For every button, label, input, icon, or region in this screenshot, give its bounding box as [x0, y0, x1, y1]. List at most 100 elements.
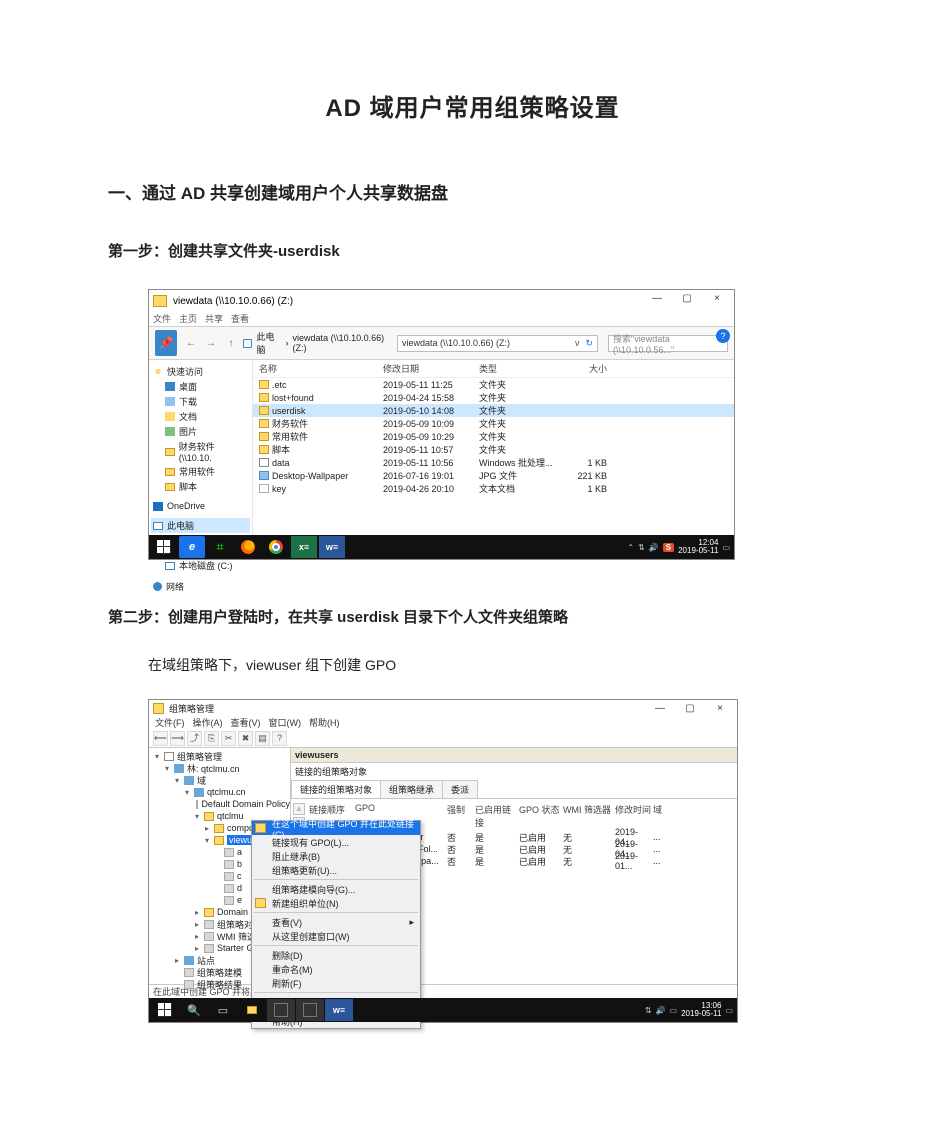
- menu-file[interactable]: 文件(F): [155, 716, 185, 730]
- tab-gp-inheritance[interactable]: 组策略继承: [380, 780, 443, 798]
- window-close-button[interactable]: ×: [705, 701, 735, 717]
- refresh-icon[interactable]: ↻: [585, 338, 593, 349]
- menu-view[interactable]: 查看(V): [231, 716, 261, 730]
- menu-window[interactable]: 窗口(W): [269, 716, 302, 730]
- tree-forest[interactable]: ▾林: qtclmu.cn: [149, 762, 290, 774]
- move-top-button[interactable]: ▵: [293, 803, 305, 815]
- ctx-refresh[interactable]: 刷新(F): [252, 976, 420, 990]
- toolbar-up-button[interactable]: ⤴: [187, 731, 202, 746]
- nav-this-pc[interactable]: 此电脑: [151, 518, 250, 533]
- breadcrumb[interactable]: 此电脑 › viewdata (\\10.10.0.66) (Z:): [243, 330, 393, 356]
- taskbar-excel-button[interactable]: x≡: [291, 536, 317, 558]
- start-button[interactable]: [151, 536, 177, 558]
- window-maximize-button[interactable]: ▢: [675, 701, 705, 717]
- tray-ime-icon[interactable]: S: [663, 543, 674, 552]
- ctx-rename[interactable]: 重命名(M): [252, 962, 420, 976]
- address-dropdown-icon[interactable]: v: [575, 338, 580, 348]
- col-wmi-filter[interactable]: WMI 筛选器: [563, 803, 615, 829]
- tray-notification-icon[interactable]: ▭: [722, 543, 730, 552]
- file-row[interactable]: data2019-05-11 10:56Windows 批处理...1 KB: [253, 456, 734, 469]
- col-domain[interactable]: 域: [653, 803, 699, 829]
- window-close-button[interactable]: ×: [702, 291, 732, 307]
- taskbar-word-button[interactable]: w≡: [325, 999, 353, 1021]
- col-type[interactable]: 类型: [479, 362, 565, 375]
- nav-fin-share[interactable]: 财务软件 (\\10.10.: [151, 439, 250, 464]
- file-row[interactable]: key2019-04-26 20:10文本文档1 KB: [253, 482, 734, 495]
- tree-default-domain-policy[interactable]: Default Domain Policy: [149, 798, 290, 810]
- col-link-enabled[interactable]: 已启用链接: [475, 803, 519, 829]
- tray-clock[interactable]: 12:04 2019-05-11: [678, 539, 718, 555]
- breadcrumb-location[interactable]: viewdata (\\10.10.0.66) (Z:): [293, 333, 393, 353]
- col-size[interactable]: 大小: [565, 362, 615, 375]
- ctx-gp-modeling-wizard[interactable]: 组策略建模向导(G)...: [252, 882, 420, 896]
- taskbar-firefox-button[interactable]: [235, 536, 261, 558]
- window-minimize-button[interactable]: —: [642, 291, 672, 307]
- file-row[interactable]: 常用软件2019-05-09 10:29文件夹: [253, 430, 734, 443]
- col-enforced[interactable]: 强制: [447, 803, 475, 829]
- taskbar-shell-button[interactable]: ⌗: [207, 536, 233, 558]
- toolbar-delete-button[interactable]: ✖: [238, 731, 253, 746]
- file-row[interactable]: 脚本2019-05-11 10:57文件夹: [253, 443, 734, 456]
- tab-linked-gpos[interactable]: 链接的组策略对象: [291, 780, 381, 798]
- tray-chevron-icon[interactable]: ⌃: [627, 543, 634, 552]
- ctx-delete[interactable]: 删除(D): [252, 948, 420, 962]
- file-row[interactable]: Desktop-Wallpaper2016-07-16 19:01JPG 文件2…: [253, 469, 734, 482]
- nav-quick-access[interactable]: 快速访问: [151, 364, 250, 379]
- taskbar-explorer-button[interactable]: [238, 999, 266, 1021]
- nav-documents[interactable]: 文档: [151, 409, 250, 424]
- col-modified[interactable]: 修改时间: [615, 803, 653, 829]
- tray-clock[interactable]: 13:06 2019-05-11: [681, 1002, 721, 1018]
- tree-domains[interactable]: ▾域: [149, 774, 290, 786]
- tray-ime-icon[interactable]: ▭: [670, 1006, 678, 1015]
- col-name[interactable]: 名称: [259, 362, 383, 375]
- col-date[interactable]: 修改日期: [383, 362, 479, 375]
- taskbar-ie-button[interactable]: e: [179, 536, 205, 558]
- nav-common-soft[interactable]: 常用软件: [151, 464, 250, 479]
- breadcrumb-this-pc[interactable]: 此电脑: [256, 330, 281, 356]
- toolbar-help-button[interactable]: ?: [272, 731, 287, 746]
- taskbar-word-button[interactable]: w≡: [319, 536, 345, 558]
- nav-desktop[interactable]: 桌面: [151, 379, 250, 394]
- taskbar-chrome-button[interactable]: [263, 536, 289, 558]
- tree-root[interactable]: ▾组策略管理: [149, 750, 290, 762]
- nav-network[interactable]: 网络: [151, 579, 250, 594]
- tray-notification-icon[interactable]: ▭: [725, 1006, 733, 1015]
- file-row-selected[interactable]: userdisk2019-05-10 14:08文件夹: [253, 404, 734, 417]
- window-maximize-button[interactable]: ▢: [672, 291, 702, 307]
- ctx-view[interactable]: 查看(V)▸: [252, 915, 420, 929]
- tab-view[interactable]: 查看: [231, 312, 249, 326]
- nav-forward-button[interactable]: →: [203, 338, 219, 349]
- nav-up-button[interactable]: ↑: [223, 338, 239, 349]
- menu-help[interactable]: 帮助(H): [309, 716, 340, 730]
- toolbar-forward-button[interactable]: ⟶: [170, 731, 185, 746]
- ctx-new-ou[interactable]: 新建组织单位(N): [252, 896, 420, 910]
- taskbar-search-button[interactable]: 🔍: [180, 999, 208, 1021]
- start-button[interactable]: [151, 999, 179, 1021]
- taskbar-gpmc-button[interactable]: [296, 999, 324, 1021]
- search-input[interactable]: 搜索"viewdata (\\10.10.0.56...": [608, 335, 728, 352]
- tab-file[interactable]: 文件: [153, 312, 171, 326]
- ctx-gpupdate[interactable]: 组策略更新(U)...: [252, 863, 420, 877]
- nav-downloads[interactable]: 下载: [151, 394, 250, 409]
- menu-action[interactable]: 操作(A): [193, 716, 223, 730]
- nav-onedrive[interactable]: OneDrive: [151, 500, 250, 512]
- quick-access-pin-icon[interactable]: 📌: [155, 330, 177, 356]
- tray-network-icon[interactable]: ⇅: [645, 1006, 652, 1015]
- tree-domain[interactable]: ▾qtclmu.cn: [149, 786, 290, 798]
- mmc-titlebar[interactable]: 组策略管理 — ▢ ×: [149, 700, 737, 716]
- nav-back-button[interactable]: ←: [183, 338, 199, 349]
- ctx-create-and-link-gpo[interactable]: 在这个域中创建 GPO 并在此处链接(C)...: [252, 821, 420, 835]
- toolbar-cut-button[interactable]: ✂: [221, 731, 236, 746]
- ctx-block-inheritance[interactable]: 阻止继承(B): [252, 849, 420, 863]
- taskbar-servermanager-button[interactable]: [267, 999, 295, 1021]
- window-titlebar[interactable]: viewdata (\\10.10.0.66) (Z:) — ▢ ×: [149, 290, 734, 312]
- nav-scripts[interactable]: 脚本: [151, 479, 250, 494]
- file-row[interactable]: lost+found2019-04-24 15:58文件夹: [253, 391, 734, 404]
- ctx-link-existing-gpo[interactable]: 链接现有 GPO(L)...: [252, 835, 420, 849]
- file-row[interactable]: 财务软件2019-05-09 10:09文件夹: [253, 417, 734, 430]
- taskbar-taskview-button[interactable]: ▭: [209, 999, 237, 1021]
- tray-network-icon[interactable]: ⇅: [638, 543, 645, 552]
- ctx-new-window[interactable]: 从这里创建窗口(W): [252, 929, 420, 943]
- tray-sound-icon[interactable]: 🔊: [656, 1006, 666, 1015]
- tab-share[interactable]: 共享: [205, 312, 223, 326]
